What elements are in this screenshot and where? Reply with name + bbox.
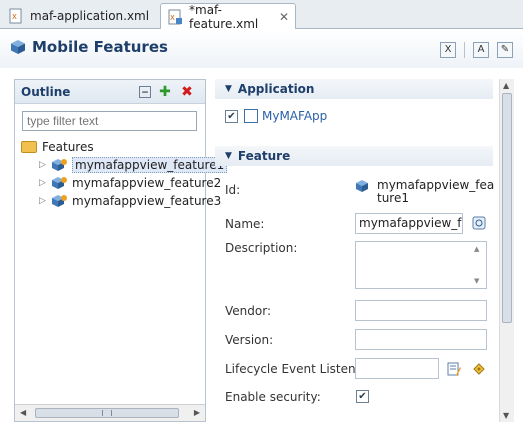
editor-header: Mobile Features X A ✎ (0, 30, 523, 68)
id-value: mymafappview_feature1 (377, 178, 495, 205)
outline-header: Outline − ✚ ✖ (15, 80, 205, 104)
expand-icon[interactable]: ▷ (39, 160, 51, 170)
browse-class-icon[interactable] (472, 362, 486, 376)
svg-text:X: X (12, 13, 17, 21)
filter-input[interactable] (22, 111, 197, 131)
feature-tree: Features ▷ mymafappview_feature1 ▷ mymaf… (21, 138, 228, 210)
grip-icon (102, 410, 112, 416)
mobile-features-icon (10, 39, 26, 55)
xml-feature-file-icon: X (167, 9, 183, 25)
version-field[interactable] (355, 329, 487, 350)
validate-icon[interactable]: A (473, 42, 489, 58)
description-field[interactable] (355, 241, 487, 289)
section-title: Application (237, 82, 315, 96)
add-icon[interactable]: ✚ (157, 84, 173, 100)
expand-icon[interactable]: ▷ (39, 196, 51, 206)
tab-maf-application[interactable]: X maf-application.xml (2, 3, 160, 29)
application-row: ✔ MyMAFApp (225, 109, 327, 123)
outline-horizontal-scrollbar[interactable]: ◀ ▶ (15, 404, 205, 421)
page-title-text: Mobile Features (32, 38, 168, 56)
collapse-triangle-icon[interactable]: ▼ (225, 151, 232, 161)
tree-root-label: Features (42, 140, 94, 154)
application-checkbox[interactable]: ✔ (225, 109, 238, 123)
application-link[interactable]: MyMAFApp (244, 109, 327, 123)
outline-toolbar: − ✚ ✖ (139, 84, 195, 100)
xml-source-icon[interactable]: X (440, 42, 456, 58)
tab-label: maf-application.xml (30, 9, 150, 23)
svg-text:X: X (170, 14, 175, 22)
scroll-thumb[interactable] (35, 408, 179, 418)
lifecycle-field[interactable] (355, 358, 439, 379)
settings-icon[interactable]: ✎ (497, 42, 513, 58)
vendor-field[interactable] (355, 300, 487, 321)
edit-icon[interactable] (447, 362, 461, 376)
application-icon (244, 109, 258, 123)
collapse-triangle-icon[interactable]: ▼ (225, 84, 232, 94)
vendor-label: Vendor: (225, 304, 271, 318)
tree-item-feature1[interactable]: ▷ mymafappview_feature1 (21, 156, 228, 174)
tree-item-feature2[interactable]: ▷ mymafappview_feature2 (21, 174, 227, 192)
editor-toolbar: X A ✎ (440, 42, 513, 58)
outline-title: Outline (21, 84, 71, 99)
tree-item-feature3[interactable]: ▷ mymafappview_feature3 (21, 192, 227, 210)
description-scroll-down-icon[interactable]: ▼ (474, 277, 484, 285)
folder-icon (21, 141, 37, 153)
scroll-left-icon[interactable]: ◀ (20, 408, 26, 417)
tree-item-label: mymafappview_feature2 (72, 176, 222, 190)
details-vertical-scrollbar[interactable]: ▲ ▼ (499, 79, 514, 422)
outline-panel: Outline − ✚ ✖ Features ▷ mymafappview_fe… (14, 79, 228, 422)
security-label: Enable security: (225, 390, 321, 404)
feature-icon (51, 176, 67, 190)
name-label: Name: (225, 217, 265, 231)
page-title: Mobile Features (10, 38, 168, 56)
feature-icon (51, 158, 67, 172)
name-field[interactable]: mymafappview_feature1 (355, 213, 463, 234)
scroll-down-icon[interactable]: ▼ (503, 411, 509, 420)
section-title: Feature (237, 149, 291, 163)
feature-icon (355, 179, 371, 205)
editor-tab-bar: X maf-application.xml X *maf-feature.xml… (0, 0, 523, 31)
tab-maf-feature[interactable]: X *maf-feature.xml ✕ (160, 2, 296, 31)
translate-icon[interactable] (472, 216, 486, 230)
tab-label: *maf-feature.xml (189, 2, 259, 31)
feature-icon (51, 194, 67, 208)
id-label: Id: (225, 183, 241, 197)
toolbar-divider (464, 42, 465, 58)
tree-item-label: mymafappview_feature1 (72, 157, 228, 173)
application-section-header[interactable]: ▼ Application (215, 79, 493, 99)
id-value-group: mymafappview_feature1 (355, 179, 495, 205)
application-name: MyMAFApp (262, 109, 328, 123)
scroll-right-icon[interactable]: ▶ (194, 408, 200, 417)
close-icon[interactable]: ✕ (279, 10, 289, 24)
enable-security-checkbox[interactable]: ✔ (356, 390, 369, 403)
lifecycle-label: Lifecycle Event Listener: (225, 362, 372, 376)
xml-file-icon: X (8, 8, 24, 24)
tree-item-label: mymafappview_feature3 (72, 194, 222, 208)
scroll-thumb[interactable] (502, 93, 512, 323)
description-scroll-up-icon[interactable]: ▲ (474, 245, 484, 253)
expand-icon[interactable]: ▷ (39, 178, 51, 188)
details-pane: ▼ Application ✔ MyMAFApp ▼ Feature Id: m… (215, 79, 495, 422)
feature-section-header[interactable]: ▼ Feature (215, 146, 493, 166)
tree-root[interactable]: Features (21, 138, 227, 156)
collapse-all-icon[interactable]: − (139, 86, 151, 98)
version-label: Version: (225, 333, 274, 347)
description-label: Description: (225, 241, 298, 255)
delete-icon[interactable]: ✖ (179, 84, 195, 100)
scroll-up-icon[interactable]: ▲ (503, 81, 509, 90)
